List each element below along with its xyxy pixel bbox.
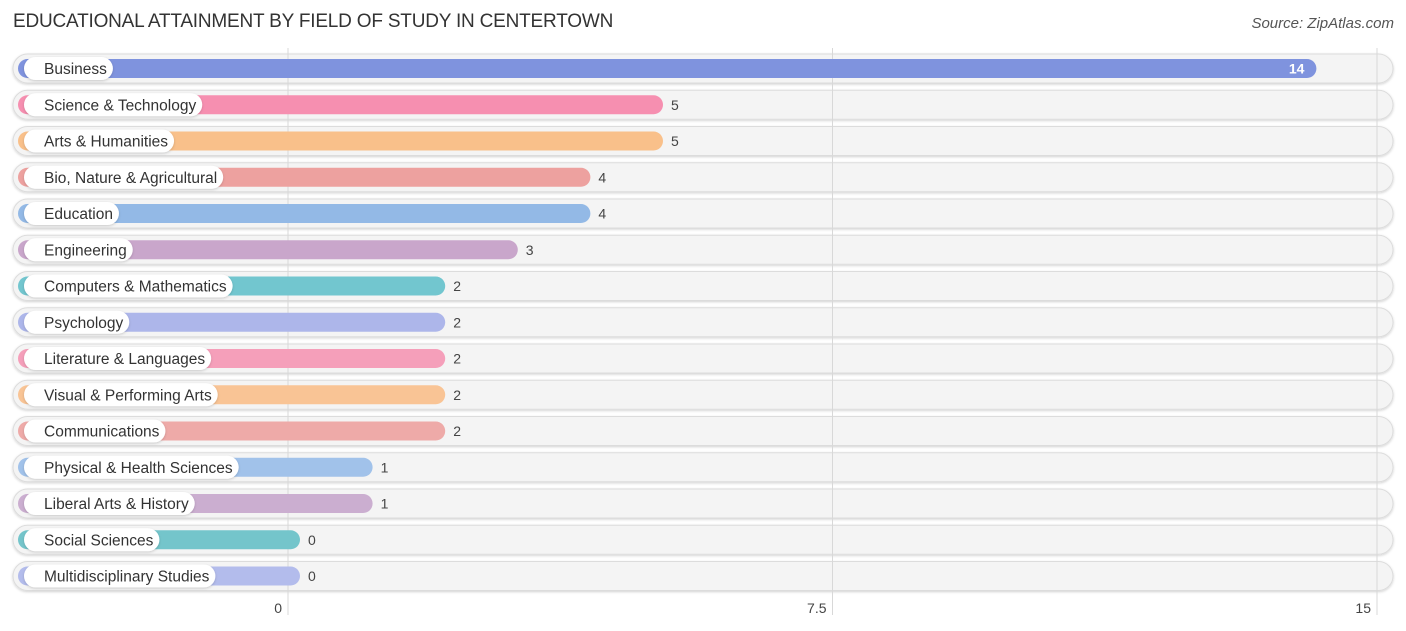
- category-label: Multidisciplinary Studies: [44, 569, 210, 586]
- value-label: 2: [453, 278, 461, 294]
- value-label: 2: [453, 351, 461, 367]
- category-label: Social Sciences: [44, 532, 154, 549]
- x-tick-label: 7.5: [807, 600, 827, 616]
- category-label: Physical & Health Sciences: [44, 460, 233, 477]
- category-label: Engineering: [44, 242, 127, 259]
- value-label: 0: [308, 568, 316, 584]
- value-label: 2: [453, 314, 461, 330]
- category-label: Bio, Nature & Agricultural: [44, 170, 217, 187]
- x-tick-label: 0: [274, 600, 282, 616]
- value-label: 2: [453, 423, 461, 439]
- value-label: 4: [598, 206, 606, 222]
- value-label: 4: [598, 169, 606, 185]
- category-label: Business: [44, 61, 107, 78]
- category-label: Psychology: [44, 315, 124, 332]
- category-label: Literature & Languages: [44, 351, 205, 368]
- category-label: Liberal Arts & History: [44, 496, 189, 513]
- category-label: Science & Technology: [44, 97, 196, 114]
- value-label: 1: [381, 459, 389, 475]
- category-label: Education: [44, 206, 113, 223]
- value-label: 14: [1289, 61, 1305, 77]
- bar: [18, 59, 1317, 78]
- category-label: Visual & Performing Arts: [44, 387, 212, 404]
- value-label: 2: [453, 387, 461, 403]
- value-label: 0: [308, 532, 316, 548]
- category-label: Communications: [44, 424, 160, 441]
- value-label: 5: [671, 133, 679, 149]
- x-tick-label: 15: [1355, 600, 1371, 616]
- value-label: 5: [671, 97, 679, 113]
- bar-chart: Business 14Science & Technology 5Arts & Hu…: [12, 48, 1394, 616]
- value-label: 1: [381, 496, 389, 512]
- category-label: Computers & Mathematics: [44, 279, 227, 296]
- category-label: Arts & Humanities: [44, 134, 168, 151]
- value-label: 3: [526, 242, 534, 258]
